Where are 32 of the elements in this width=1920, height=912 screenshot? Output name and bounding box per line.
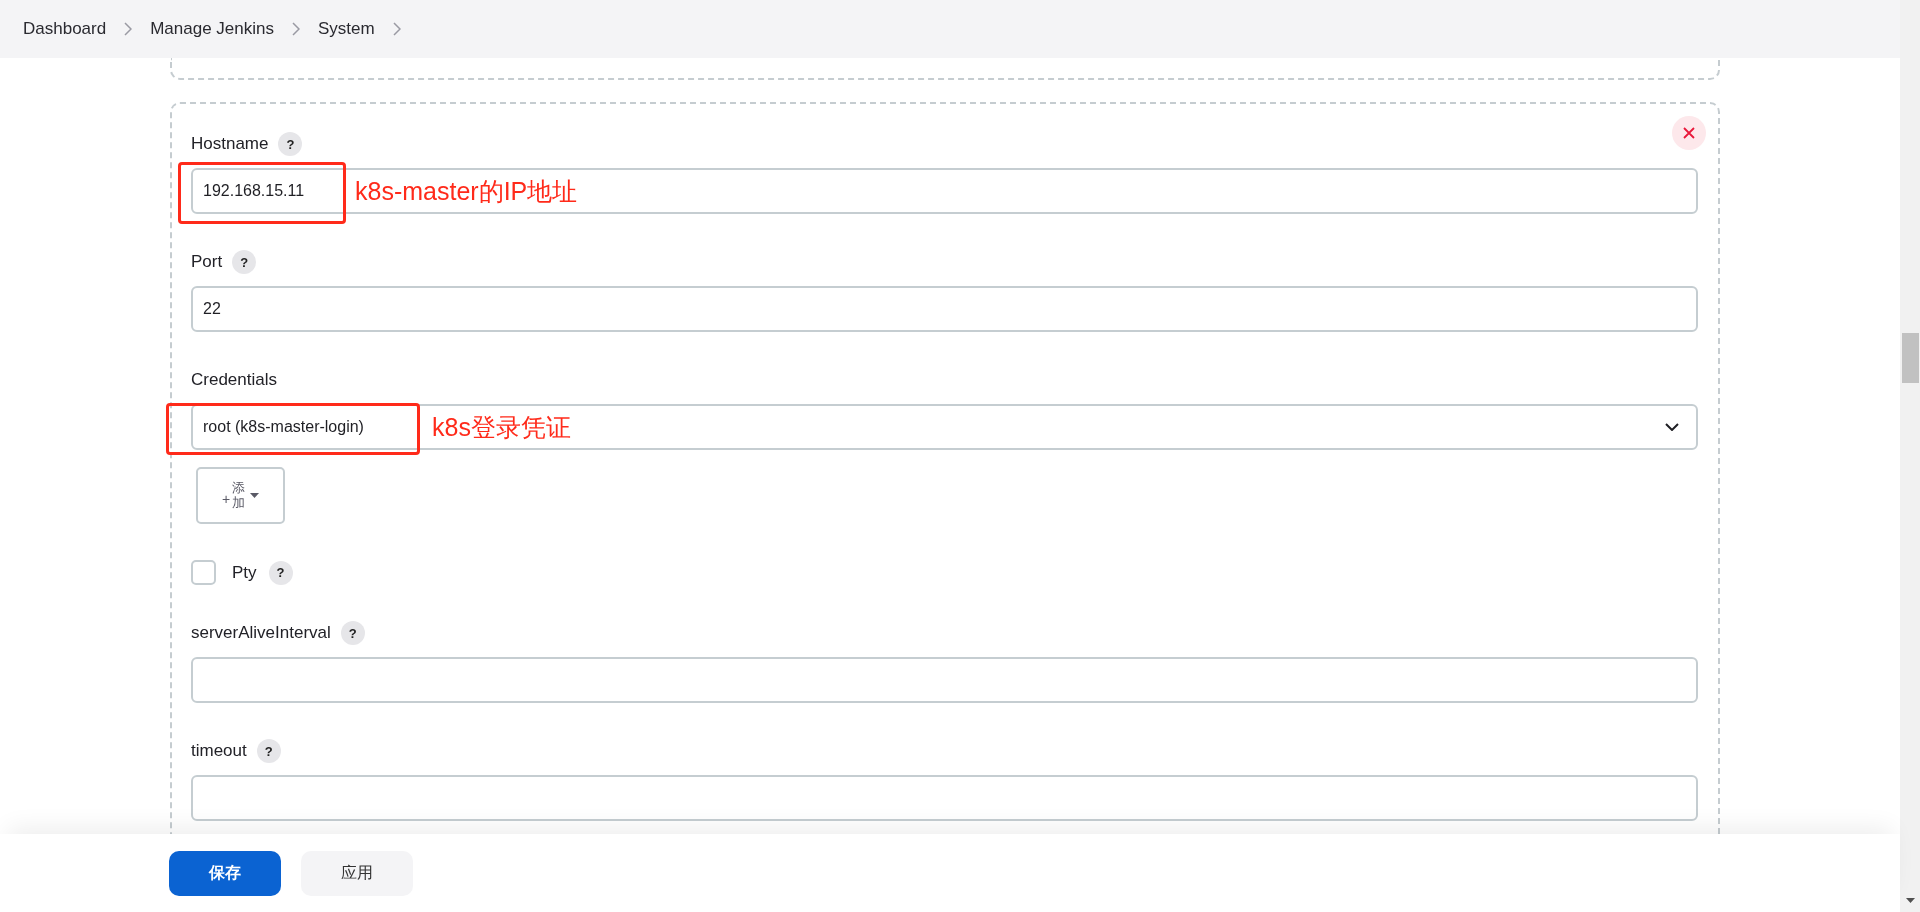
field-label: timeout — [191, 741, 247, 761]
breadcrumb-link[interactable]: Dashboard — [23, 19, 107, 39]
chevron-right-icon — [124, 22, 133, 36]
close-button[interactable] — [1672, 116, 1706, 150]
checkbox-label: Pty — [232, 562, 257, 583]
apply-button[interactable]: 应用 — [301, 850, 413, 896]
help-button[interactable]: ? — [232, 250, 257, 274]
scrollbar-thumb[interactable] — [1901, 333, 1919, 383]
checkbox[interactable] — [191, 560, 216, 585]
caret-down-icon — [250, 493, 260, 498]
chevron-right-icon — [392, 22, 401, 36]
field-label: serverAliveInterval — [191, 623, 331, 643]
close-icon — [1683, 127, 1695, 139]
help-button[interactable]: ? — [268, 560, 293, 585]
chevron-right-icon — [292, 22, 300, 36]
annotation-text: k8s-master的IP地址 — [355, 176, 578, 207]
help-button[interactable]: ? — [278, 132, 303, 156]
help-button[interactable]: ? — [340, 621, 365, 645]
field-label: Credentials — [191, 370, 277, 390]
scroll-down-arrow-icon[interactable] — [1905, 898, 1915, 903]
field-label: Port — [191, 252, 223, 272]
text-input-field[interactable] — [191, 775, 1698, 821]
scrollbar-track[interactable] — [1900, 0, 1920, 912]
chevron-down-icon — [1665, 423, 1679, 431]
breadcrumb-link[interactable]: Manage Jenkins — [150, 19, 274, 39]
help-button[interactable]: ? — [256, 739, 281, 763]
field-label: Hostname — [191, 134, 269, 154]
save-button[interactable]: 保存 — [169, 850, 281, 896]
text-input-field[interactable] — [191, 657, 1698, 703]
annotation-text: k8s登录凭证 — [432, 412, 571, 443]
breadcrumb-link[interactable]: System — [318, 19, 375, 39]
text-input-field[interactable]: 22 — [191, 286, 1698, 332]
